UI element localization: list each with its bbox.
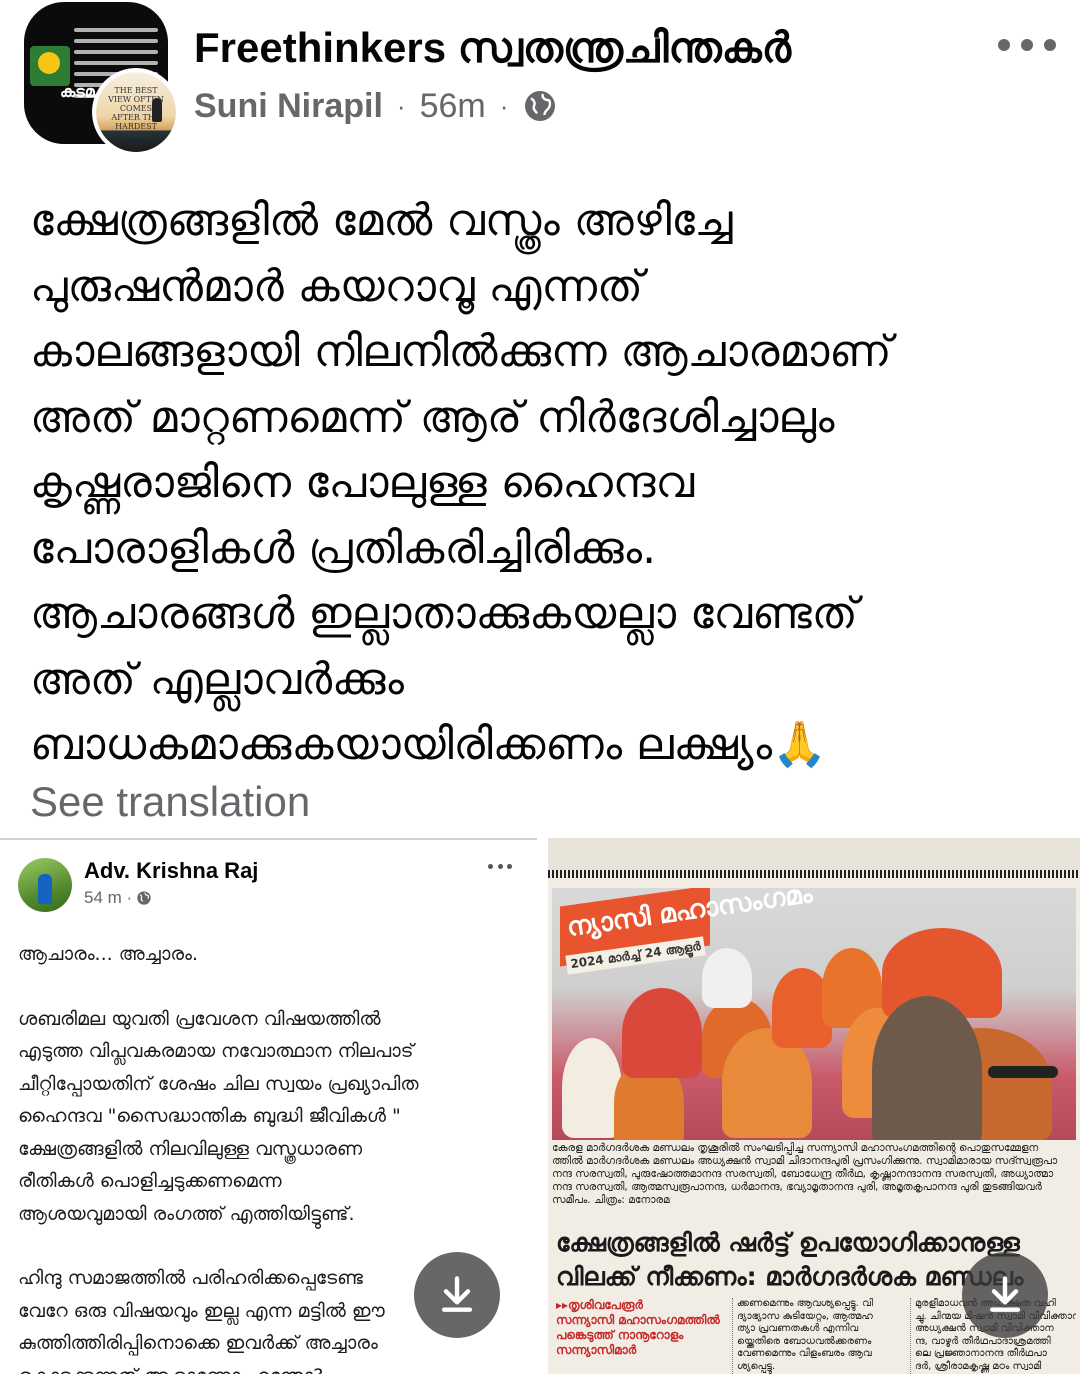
author-name[interactable]: Suni Nirapil [194, 87, 383, 126]
more-options-icon[interactable] [998, 30, 1056, 60]
shared-author-name: Adv. Krishna Raj [84, 858, 259, 883]
post-time[interactable]: 56m [420, 87, 486, 126]
shared-post-line: എടുത്ത വിപ്ലവകരമായ നവോത്ഥാന നിലപാട് [18, 1040, 414, 1062]
column-line: ▸▸തൃശിവപേരൂർ [556, 1298, 643, 1312]
post-line: അത് എല്ലാവർക്കും [30, 653, 404, 705]
caption-line: കേരള മാർഗദർശക മണ്ഡലം തൃശൂരിൽ സംഘടിപ്പിച്… [552, 1142, 1039, 1154]
post-line: പുരുഷൻമാർ കയറാവൂ എന്നത് [30, 260, 643, 312]
post-line: ബാധകമാക്കുകയായിരിക്കണം ലക്ഷ്യം🙏 [30, 719, 827, 770]
news-column: ▸▸തൃശിവപേരൂർ സന്ന്യാസി മഹാസംഗമത്തിൽ പങ്ക… [556, 1298, 724, 1374]
caption-line: സമീപം. ചിത്രം: മനോരമ [552, 1194, 670, 1206]
seated-figure [702, 948, 752, 1008]
author-avatar[interactable]: THE BEST VIEW OFTEN COMES AFTER THE HARD… [92, 68, 180, 156]
shared-post-line: ആചാരം... അച്ചാരം. [18, 943, 198, 965]
group-avatar-word: കടമ [60, 82, 95, 101]
microphone [988, 1066, 1058, 1078]
meta-separator-2: · [499, 90, 509, 121]
post-line: ആചാരങ്ങൾ ഇല്ലാതാക്കുകയല്ലാ വേണ്ടത് [30, 588, 858, 639]
photo-caption: കേരള മാർഗദർശക മണ്ഡലം തൃശൂരിൽ സംഘടിപ്പിച്… [552, 1142, 1076, 1207]
download-button-left[interactable] [414, 1252, 500, 1338]
shared-post-line: കൊടുക്കുന്നത് ആരാണോ എന്തോ? [18, 1360, 518, 1374]
newspaper-rule [548, 870, 1080, 878]
seated-figure [622, 988, 702, 1078]
globe-icon [137, 891, 151, 905]
shared-post-meta: 54 m · [84, 888, 152, 908]
globe-icon [525, 91, 556, 121]
shared-post-time: 54 m · [84, 888, 133, 907]
news-photo: ന്യാസി മഹാസംഗമം 2024 മാർച്ച് 24 ആളൂർ [552, 888, 1076, 1140]
column-line: ത്യാ പ്രവണതകൾ എന്നിവ [737, 1323, 859, 1334]
column-line: ന്ദ, വാഴൂർ തീർഥപാദാശ്രമത്തി [915, 1335, 1051, 1347]
newspaper-top-band [548, 838, 1080, 870]
post-line: കൃഷ്ണരാജിനെ പോലുള്ള ഹൈന്ദവ [30, 457, 695, 508]
column-line: ദർ, ശ്രീരാമകൃഷ്ണ മഠം സ്വാമി [915, 1360, 1042, 1372]
shared-author-avatar [18, 858, 72, 912]
shared-post-line: ഹൈന്ദവ "സൈദ്ധാന്തിക ബുദ്ധി ജീവികൾ " [18, 1105, 401, 1127]
column-line: ശ്യപ്പെട്ടു. [737, 1360, 776, 1372]
column-line: ലെ പ്രജ്ഞാനാനന്ദ തീർഥപാ [915, 1348, 1047, 1359]
more-horizontal-icon [488, 864, 512, 872]
post-body: ക്ഷേത്രങ്ങളിൽ മേൽ വസ്ത്രം അഴിച്ചേ പുരുഷൻ… [30, 188, 1050, 778]
column-line: ക്കണമെന്നും ആവശ്യപ്പെട്ടു. വി [737, 1298, 873, 1309]
seated-figure [562, 1038, 622, 1138]
column-line: സന്ന്യാസിമാർ [556, 1343, 637, 1357]
see-translation-link[interactable]: See translation [30, 778, 310, 826]
column-line: പങ്കെടുത്ത് നാനൂറോളം [556, 1328, 684, 1342]
lightbulb-icon [38, 52, 60, 74]
column-line: സന്ന്യാസി മഹാസംഗമത്തിൽ [556, 1313, 720, 1327]
speaker-figure [872, 996, 982, 1140]
post-meta: Suni Nirapil · 56m · [194, 84, 558, 128]
caption-line: നന്ദ സരസ്വതി, ആത്മസ്വരൂപാനന്ദ, ധർമാനന്ദ,… [552, 1181, 1042, 1193]
post-line: കാലങ്ങളായി നിലനിൽക്കുന്ന ആചാരമാണ് [30, 326, 892, 377]
meta-separator: · [396, 90, 406, 121]
post-line: അത് മാറ്റണമെന്ന് ആര് നിർദേശിച്ചാലും [30, 391, 835, 443]
news-column: ക്കണമെന്നും ആവശ്യപ്പെട്ടു. വി ദ്യാഭ്യാസ … [732, 1298, 902, 1374]
download-button-right[interactable] [962, 1252, 1048, 1338]
post-line: ക്ഷേത്രങ്ങളിൽ മേൽ വസ്ത്രം അഴിച്ചേ [30, 195, 733, 246]
caption-line: നന്ദ സരസ്വതി, പുരുഷോത്തമാനന്ദ സരസ്വതി, ബ… [552, 1168, 1054, 1180]
shared-post-line: ചീറ്റിപ്പോയതിന് ശേഷം ചില സ്വയം പ്രഖ്യാപി… [18, 1072, 419, 1095]
column-line: ദ്യാഭ്യാസ കുടിയേറ്റം, ആത്മഹ [737, 1310, 873, 1322]
shared-post-line: ആശയവുമായി രംഗത്ത് എത്തിയിട്ടുണ്ട്. [18, 1202, 355, 1225]
climber-figure [152, 98, 162, 122]
post-line: പോരാളികൾ പ്രതികരിച്ചിരിക്കും. [30, 522, 657, 574]
download-icon [441, 1276, 473, 1312]
shared-post-line: രീതികൾ പൊളിച്ചടുക്കണമെന്ന [18, 1170, 282, 1192]
shared-post-line: ക്ഷേത്രങ്ങളിൽ നിലവിലുള്ള വസ്ത്രധാരണ [18, 1137, 363, 1160]
caption-line: ത്തിൽ മാർഗദർശക മണ്ഡലം അധ്യക്ഷൻ സ്വാമി ചി… [552, 1155, 1058, 1167]
post-header: കടമ THE BEST VIEW OFTEN COMES AFTER THE … [0, 0, 1080, 160]
column-line: വേണമെന്നും വിളംബരം ആവ [737, 1348, 872, 1359]
download-icon [989, 1276, 1021, 1312]
shared-post-line: ശബരിമല യുവതി പ്രവേശന വിഷയത്തിൽ [18, 1007, 381, 1030]
column-line: യ്ക്കെതിരെ ബോധവൽക്കരണം [737, 1335, 872, 1347]
group-name[interactable]: Freethinkers സ്വതന്ത്രചിന്തകർ [194, 24, 791, 73]
